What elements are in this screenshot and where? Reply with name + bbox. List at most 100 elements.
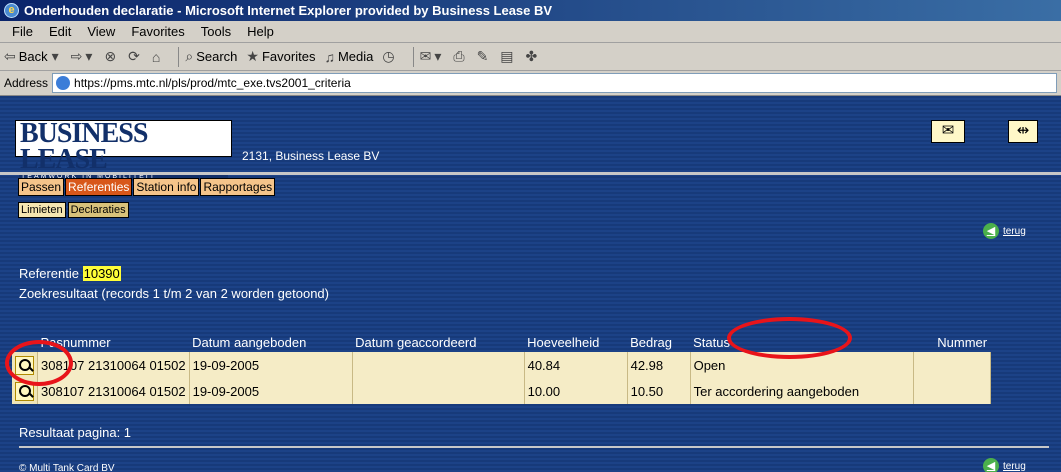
discuss-button[interactable]: ▤ [500,48,516,65]
page-content: BUSINESS LEASE TEAMWORK IN MOBILITEIT 21… [0,96,1061,472]
history-icon: ◷ [382,48,395,64]
menu-help[interactable]: Help [247,24,274,39]
magnifier-icon[interactable] [15,381,34,401]
menu-tools[interactable]: Tools [201,24,231,39]
menu-edit[interactable]: Edit [49,24,71,39]
subtab-limieten[interactable]: Limieten [18,202,66,218]
tab-referenties[interactable]: Referenties [65,178,133,196]
magnify-cell [12,352,38,378]
refresh-button[interactable]: ⟳ [128,48,143,65]
media-icon: ♫ [324,48,335,65]
cell-datum-geaccordeerd [352,352,525,378]
cell-hoeveelheid: 10.00 [524,378,628,404]
forward-arrow-icon: ⇨ [70,48,83,64]
cell-pasnummer: 308107 21310064 01502 [37,352,190,378]
column-datum-aangeboden: Datum aangeboden [192,335,307,350]
back-link-bottom[interactable]: ◀ terug [983,458,1026,472]
business-lease-logo: BUSINESS LEASE TEAMWORK IN MOBILITEIT [15,120,232,181]
reference-label: Referentie [19,266,79,281]
cell-status: Open [690,352,914,378]
stop-icon: ⊗ [104,48,117,64]
search-button[interactable]: ⌕ Search [185,48,237,65]
browser-toolbar: ⇦ Back ▾ ⇨ ▾ ⊗ ⟳ ⌂ ⌕ Search ★ Favorites ♫ Me… [0,43,1061,71]
table-header-row: Pasnummer Datum aangeboden Datum geaccor… [12,333,990,352]
column-hoeveelheid: Hoeveelheid [527,335,600,350]
home-button[interactable]: ⌂ [152,49,163,65]
media-button[interactable]: ♫ Media [324,49,373,65]
header-divider [0,172,1061,175]
magnify-cell [12,378,38,404]
dropdown-icon: ▾ [434,48,442,64]
favorites-button[interactable]: ★ Favorites [246,48,315,65]
cell-pasnummer: 308107 21310064 01502 [37,378,190,404]
reference-value: 10390 [82,266,121,281]
messenger-icon: ✤ [525,48,538,64]
dropdown-icon: ▾ [85,48,93,64]
table-row: 308107 21310064 01502 19-09-2005 40.84 4… [12,352,991,378]
messenger-button[interactable]: ✤ [526,48,541,65]
search-icon: ⌕ [185,48,194,64]
column-datum-geaccordeerd: Datum geaccordeerd [355,335,477,350]
back-arrow-icon: ◀ [983,223,999,239]
forward-button[interactable]: ⇨ ▾ [71,48,96,65]
copyright: © Multi Tank Card BV [19,463,115,472]
cell-nummer [913,378,991,404]
back-arrow-icon: ◀ [983,458,999,472]
print-button[interactable]: ⎙ [453,48,467,65]
main-tabs: Passen Referenties Station info Rapporta… [18,178,276,196]
back-arrow-icon: ⇦ [4,48,16,64]
subtab-declaraties[interactable]: Declaraties [67,202,129,218]
menu-bar: File Edit View Favorites Tools Help [0,21,1061,43]
favorites-icon: ★ [246,48,259,64]
back-label: Back [18,49,48,64]
tab-station-info[interactable]: Station info [133,178,200,196]
menu-favorites[interactable]: Favorites [131,24,184,39]
cell-datum-aangeboden: 19-09-2005 [189,378,353,404]
mail-icon[interactable]: ✉ [931,120,965,143]
search-result-summary: Zoekresultaat (records 1 t/m 2 van 2 wor… [19,286,329,301]
toolbar-separator [178,46,180,67]
address-input[interactable]: https://pms.mtc.nl/pls/prod/mtc_exe.tvs2… [52,73,1057,93]
mail-button[interactable]: ✉ ▾ [420,48,445,65]
tab-rapportages[interactable]: Rapportages [200,178,276,196]
back-button[interactable]: ⇦ Back ▾ [4,48,62,65]
window-title-bar: e Onderhouden declaratie - Microsoft Int… [0,0,1061,21]
cell-datum-aangeboden: 19-09-2005 [189,352,353,378]
cell-datum-geaccordeerd [352,378,525,404]
magnifier-icon[interactable] [15,355,34,375]
cell-bedrag: 10.50 [627,378,691,404]
address-label: Address [4,76,49,90]
reference-line: Referentie 10390 [19,266,121,281]
back-link-label: terug [1003,460,1026,472]
menu-file[interactable]: File [12,24,33,39]
column-nummer: Nummer [937,335,988,350]
logout-plug-icon[interactable]: ⇹ [1008,120,1038,143]
dropdown-icon: ▾ [51,48,59,64]
stop-button[interactable]: ⊗ [104,48,119,65]
toolbar-separator [412,46,414,67]
discuss-icon: ▤ [500,48,514,64]
home-icon: ⌂ [151,48,161,65]
company-name: 2131, Business Lease BV [242,149,380,163]
back-link-label: terug [1003,225,1026,237]
table-header-empty [12,333,38,352]
internet-explorer-icon: e [4,3,19,18]
cell-nummer [913,352,991,378]
menu-view[interactable]: View [87,24,115,39]
refresh-icon: ⟳ [128,48,140,64]
history-button[interactable]: ◷ [382,48,397,65]
address-url: https://pms.mtc.nl/pls/prod/mtc_exe.tvs2… [74,76,351,90]
page-icon [56,76,71,90]
edit-button[interactable]: ✎ [477,48,492,65]
tab-passen[interactable]: Passen [18,178,65,196]
media-label: Media [337,49,374,64]
result-page-label: Resultaat pagina: 1 [19,425,132,440]
search-label: Search [196,49,238,64]
print-icon: ⎙ [453,48,465,64]
column-bedrag: Bedrag [630,335,673,350]
sub-tabs: Limieten Declaraties [18,202,131,218]
back-link-top[interactable]: ◀ terug [983,223,1026,239]
column-status: Status [693,335,730,350]
logo-main-text: BUSINESS LEASE [20,118,148,175]
cell-hoeveelheid: 40.84 [524,352,628,378]
